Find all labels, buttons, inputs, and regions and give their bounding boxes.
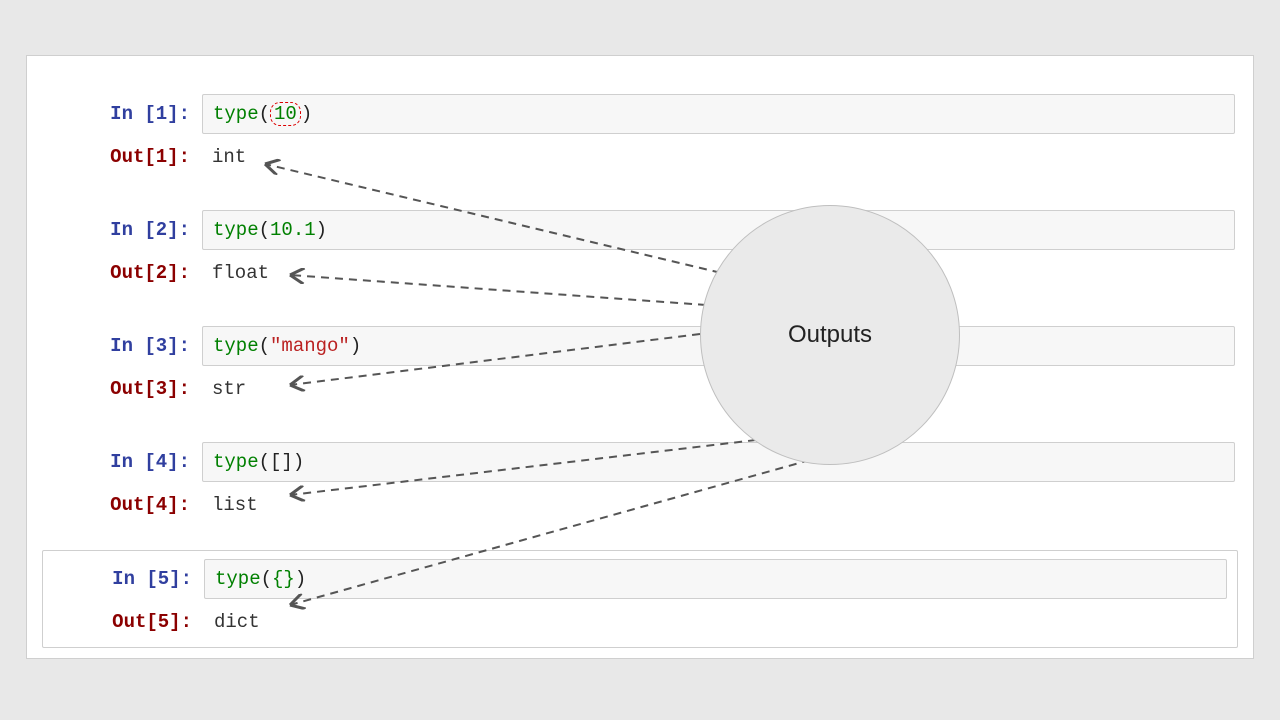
token-func: type bbox=[213, 451, 259, 473]
token-arg: 10.1 bbox=[270, 219, 316, 241]
token-close-paren: ) bbox=[301, 103, 312, 125]
token-open-paren: ( bbox=[259, 219, 270, 241]
token-arg: [] bbox=[270, 451, 293, 473]
input-row: In [1]:type(10) bbox=[27, 94, 1253, 134]
cell-4[interactable]: In [4]:type([])Out[4]:list bbox=[27, 434, 1253, 530]
out-prompt: Out[2]: bbox=[27, 262, 202, 284]
input-row: In [4]:type([]) bbox=[27, 442, 1253, 482]
token-arg: {} bbox=[272, 568, 295, 590]
token-open-paren: ( bbox=[261, 568, 272, 590]
output-text: int bbox=[202, 140, 1253, 174]
in-prompt: In [5]: bbox=[52, 568, 204, 590]
input-row: In [3]: type("mango") bbox=[27, 326, 1253, 366]
cell-2[interactable]: In [2]:type(10.1)Out[2]:float bbox=[27, 202, 1253, 298]
token-open-paren: ( bbox=[259, 335, 270, 357]
cell-1[interactable]: In [1]:type(10)Out[1]:int bbox=[27, 86, 1253, 182]
token-close-paren: ) bbox=[350, 335, 361, 357]
out-prompt: Out[3]: bbox=[27, 378, 202, 400]
token-func: type bbox=[213, 219, 259, 241]
output-row: Out[5]:dict bbox=[52, 605, 1237, 639]
cell-3[interactable]: In [3]: type("mango") Out[3]:str bbox=[27, 318, 1253, 414]
token-close-paren: ) bbox=[293, 451, 304, 473]
input-row: In [2]:type(10.1) bbox=[27, 210, 1253, 250]
token-arg: 10 bbox=[270, 102, 301, 126]
out-prompt: Out[1]: bbox=[27, 146, 202, 168]
notebook-container: In [1]:type(10)Out[1]:intIn [2]:type(10.… bbox=[26, 55, 1254, 659]
output-row: Out[4]:list bbox=[27, 488, 1253, 522]
in-prompt: In [4]: bbox=[27, 451, 202, 473]
token-func: type bbox=[215, 568, 261, 590]
code-input[interactable]: type({}) bbox=[204, 559, 1227, 599]
token-open-paren: ( bbox=[259, 103, 270, 125]
output-row: Out[1]:int bbox=[27, 140, 1253, 174]
out-prompt: Out[4]: bbox=[27, 494, 202, 516]
out-prompt: Out[5]: bbox=[52, 611, 204, 633]
annotation-circle: Outputs bbox=[700, 205, 960, 465]
output-text: dict bbox=[204, 605, 1237, 639]
code-input[interactable]: type(10) bbox=[202, 94, 1235, 134]
annotation-label: Outputs bbox=[788, 321, 872, 349]
code-input[interactable]: type([]) bbox=[202, 442, 1235, 482]
cell-5[interactable]: In [5]:type({})Out[5]:dict bbox=[42, 550, 1238, 648]
token-arg: "mango" bbox=[270, 335, 350, 357]
code-input[interactable]: type(10.1) bbox=[202, 210, 1235, 250]
input-row: In [5]:type({}) bbox=[52, 559, 1237, 599]
output-text: list bbox=[202, 488, 1253, 522]
token-func: type bbox=[213, 103, 259, 125]
token-open-paren: ( bbox=[259, 451, 270, 473]
output-row: Out[3]:str bbox=[27, 372, 1253, 406]
in-prompt: In [3]: bbox=[27, 335, 202, 357]
output-row: Out[2]:float bbox=[27, 256, 1253, 290]
token-close-paren: ) bbox=[295, 568, 306, 590]
token-func: type bbox=[213, 335, 259, 357]
token-close-paren: ) bbox=[316, 219, 327, 241]
in-prompt: In [1]: bbox=[27, 103, 202, 125]
in-prompt: In [2]: bbox=[27, 219, 202, 241]
